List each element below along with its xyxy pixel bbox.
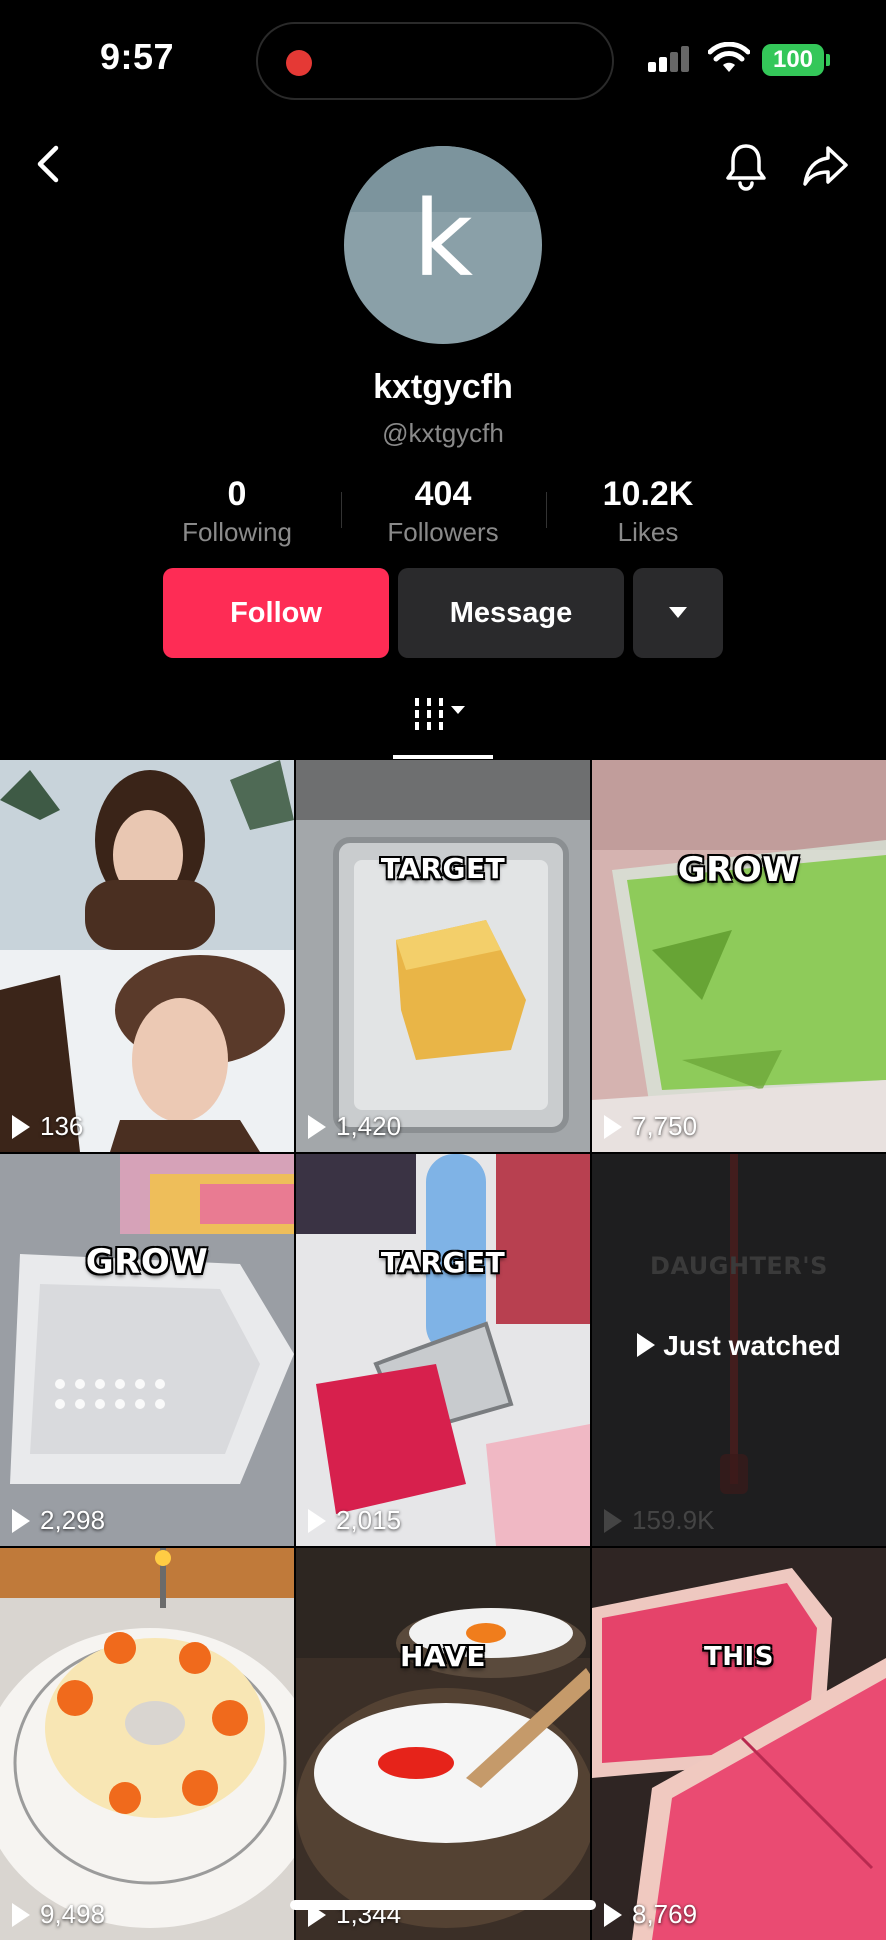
video-thumbnail xyxy=(592,760,886,1152)
display-name: kxtgycfh xyxy=(373,368,513,406)
video-thumbnail xyxy=(0,1548,294,1940)
avatar-letter: k xyxy=(412,178,474,300)
stat-value: 10.2K xyxy=(602,475,694,513)
just-watched-overlay: Just watched xyxy=(592,1330,886,1362)
status-time: 9:57 xyxy=(100,36,175,77)
more-options-button[interactable] xyxy=(633,568,723,658)
video-tile[interactable]: GROW 7,750 xyxy=(592,760,886,1152)
videos-grid-icon[interactable] xyxy=(393,680,493,760)
message-button[interactable]: Message xyxy=(398,568,624,658)
video-thumbnail xyxy=(296,1154,590,1546)
video-caption: TARGET xyxy=(380,852,506,885)
stat-value: 404 xyxy=(414,475,472,513)
video-thumbnail xyxy=(0,1154,294,1546)
view-count-label: 2,015 xyxy=(336,1505,402,1535)
video-grid: 136 TARGET 1,420 GROW 7,750 GROW 2,298 T… xyxy=(0,760,886,1940)
view-count: 2,015 xyxy=(308,1505,401,1536)
profile-stats: 0 Following 404 Followers 10.2K Likes xyxy=(0,472,886,552)
video-caption: HAVE xyxy=(400,1640,486,1673)
video-caption: GROW xyxy=(677,850,801,890)
view-count-label: 136 xyxy=(40,1111,84,1141)
view-count-label: 8,769 xyxy=(632,1899,698,1929)
video-thumbnail xyxy=(0,760,294,1152)
signal-icon xyxy=(648,46,689,72)
view-count: 2,298 xyxy=(12,1505,105,1536)
video-thumbnail xyxy=(296,760,590,1152)
video-tile[interactable]: HAVE 1,344 xyxy=(296,1548,590,1940)
bell-icon[interactable] xyxy=(720,140,772,192)
video-tile[interactable]: TARGET 2,015 xyxy=(296,1154,590,1546)
home-indicator[interactable] xyxy=(290,1900,596,1910)
recording-dot-icon xyxy=(286,50,312,76)
play-icon xyxy=(604,1114,622,1139)
view-count-label: 9,498 xyxy=(40,1899,106,1929)
view-count: 136 xyxy=(12,1111,83,1142)
battery-icon: 100 xyxy=(762,44,824,76)
play-icon xyxy=(604,1508,622,1533)
follow-button[interactable]: Follow xyxy=(163,568,389,658)
video-tile[interactable]: GROW 2,298 xyxy=(0,1154,294,1546)
dynamic-island xyxy=(256,22,614,100)
back-arrow-icon[interactable] xyxy=(28,142,68,186)
video-tile[interactable]: THIS 8,769 xyxy=(592,1548,886,1940)
video-caption: TARGET xyxy=(380,1246,506,1279)
battery-cap xyxy=(826,54,830,66)
username-handle: @kxtgycfh xyxy=(382,418,504,448)
view-count: 159.9K xyxy=(604,1505,714,1536)
video-caption: GROW xyxy=(85,1242,209,1282)
view-count-label: 2,298 xyxy=(40,1505,106,1535)
play-icon xyxy=(12,1508,30,1533)
tab-active-indicator xyxy=(393,755,493,759)
stat-followers[interactable]: 404 Followers xyxy=(353,472,533,548)
stat-label: Following xyxy=(182,517,292,547)
view-count: 7,750 xyxy=(604,1111,697,1142)
view-count: 1,420 xyxy=(308,1111,401,1142)
stat-divider xyxy=(546,492,547,528)
view-count-label: 159.9K xyxy=(632,1505,715,1535)
stat-divider xyxy=(341,492,342,528)
status-bar: 9:57 100 xyxy=(0,0,886,120)
view-count: 9,498 xyxy=(12,1899,105,1930)
play-icon xyxy=(12,1902,30,1927)
share-icon[interactable] xyxy=(800,140,852,192)
play-icon xyxy=(637,1333,656,1357)
play-icon xyxy=(308,1508,326,1533)
video-caption: DAUGHTER'S xyxy=(650,1252,828,1280)
view-count-label: 7,750 xyxy=(632,1111,698,1141)
view-count-label: 1,420 xyxy=(336,1111,402,1141)
video-caption: THIS xyxy=(704,1642,774,1672)
content-tabs xyxy=(0,680,886,760)
chevron-down-icon xyxy=(669,607,687,618)
avatar[interactable]: k xyxy=(344,146,542,344)
view-count: 8,769 xyxy=(604,1899,697,1930)
stat-likes[interactable]: 10.2K Likes xyxy=(558,472,738,548)
video-tile[interactable]: TARGET 1,420 xyxy=(296,760,590,1152)
video-thumbnail xyxy=(592,1548,886,1940)
play-icon xyxy=(308,1114,326,1139)
stat-following[interactable]: 0 Following xyxy=(147,472,327,548)
just-watched-label: Just watched xyxy=(663,1330,841,1361)
wifi-icon xyxy=(708,42,750,72)
stat-value: 0 xyxy=(227,475,247,513)
play-icon xyxy=(12,1114,30,1139)
play-icon xyxy=(604,1902,622,1927)
stat-label: Likes xyxy=(617,517,679,547)
video-tile[interactable]: 136 xyxy=(0,760,294,1152)
video-tile-just-watched[interactable]: DAUGHTER'S Just watched 159.9K xyxy=(592,1154,886,1546)
stat-label: Followers xyxy=(387,517,499,547)
video-tile[interactable]: 9,498 xyxy=(0,1548,294,1940)
video-thumbnail xyxy=(296,1548,590,1940)
